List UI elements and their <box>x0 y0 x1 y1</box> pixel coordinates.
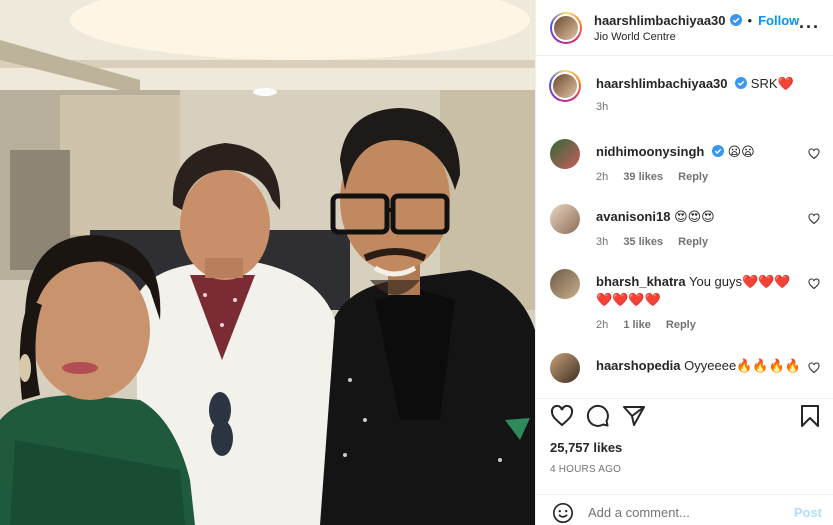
commenter-avatar[interactable] <box>550 139 580 169</box>
share-icon[interactable] <box>622 404 646 428</box>
commenter-username[interactable]: avanisoni18 <box>596 209 670 224</box>
heart-icon[interactable] <box>808 362 820 374</box>
post-location[interactable]: Jio World Centre <box>594 31 799 43</box>
comment-meta: 3h 35 likes Reply <box>596 236 720 248</box>
caption-text: SRK❤️ <box>750 76 794 91</box>
reply-button[interactable]: Reply <box>666 319 696 331</box>
caption-avatar[interactable] <box>549 70 581 102</box>
photo-illustration <box>0 0 535 525</box>
post-photo[interactable] <box>0 0 535 525</box>
comment-time: 2h <box>596 171 609 183</box>
verified-icon <box>729 14 742 26</box>
instagram-post: haarshlimbachiyaa30 • Follow Jio World C… <box>0 0 833 525</box>
heart-icon[interactable] <box>808 213 820 225</box>
emoji-icon[interactable] <box>552 502 574 524</box>
commenter-username[interactable]: haarshopedia <box>596 358 681 373</box>
comment-text: Oyyeeee🔥🔥🔥🔥 <box>684 358 801 373</box>
heart-icon[interactable] <box>808 148 820 160</box>
commenter-username[interactable]: nidhimoonysingh <box>596 144 704 159</box>
likes-count[interactable]: 25,757 likes <box>550 440 622 455</box>
comment-meta: 2h 1 like Reply <box>596 319 708 331</box>
more-icon[interactable]: ··· <box>799 18 820 36</box>
comments-list: haarshlimbachiyaa30 SRK❤️ 3h nidhimoonys… <box>536 57 833 392</box>
action-bar <box>536 398 833 432</box>
heart-icon[interactable] <box>550 404 574 428</box>
reply-button[interactable]: Reply <box>678 171 708 183</box>
caption-body: haarshlimbachiyaa30 SRK❤️ <box>596 75 806 93</box>
comment-text: 😦😦 <box>727 144 755 159</box>
add-comment-bar: Add a comment... Post <box>536 494 833 525</box>
comment-likes[interactable]: 39 likes <box>623 171 663 183</box>
comment-text: 😍😍😍 <box>674 209 715 224</box>
post-side-panel: haarshlimbachiyaa30 • Follow Jio World C… <box>535 0 833 525</box>
caption-username[interactable]: haarshlimbachiyaa30 <box>596 76 728 91</box>
comment-icon[interactable] <box>586 404 610 428</box>
comment-body: nidhimoonysingh 😦😦 <box>596 143 806 161</box>
post-timestamp: 4 HOURS AGO <box>550 464 622 475</box>
comment-body: bharsh_khatra You guys❤️❤️❤️❤️❤️❤️❤️ <box>596 273 806 309</box>
heart-icon[interactable] <box>808 278 820 290</box>
commenter-username[interactable]: bharsh_khatra <box>596 274 686 289</box>
author-avatar[interactable] <box>550 11 582 44</box>
header-line: haarshlimbachiyaa30 • Follow <box>594 13 799 28</box>
caption-meta: 3h <box>596 101 620 113</box>
follow-button[interactable]: Follow <box>758 13 799 28</box>
caption-time: 3h <box>596 101 609 113</box>
verified-icon <box>711 145 724 157</box>
comment-likes[interactable]: 1 like <box>623 319 651 331</box>
comment-time: 2h <box>596 319 609 331</box>
comment-time: 3h <box>596 236 609 248</box>
commenter-avatar[interactable] <box>550 353 580 383</box>
separator-dot: • <box>747 12 753 28</box>
author-username[interactable]: haarshlimbachiyaa30 <box>594 13 726 28</box>
commenter-avatar[interactable] <box>550 269 580 299</box>
commenter-avatar[interactable] <box>550 204 580 234</box>
bookmark-icon[interactable] <box>798 404 822 428</box>
comment-likes[interactable]: 35 likes <box>623 236 663 248</box>
comment-input[interactable]: Add a comment... <box>588 505 690 520</box>
comment-body: haarshopedia Oyyeeee🔥🔥🔥🔥 <box>596 357 806 375</box>
post-button[interactable]: Post <box>794 505 822 520</box>
post-header: haarshlimbachiyaa30 • Follow Jio World C… <box>536 0 833 56</box>
header-text: haarshlimbachiyaa30 • Follow Jio World C… <box>594 13 799 43</box>
verified-icon <box>735 77 748 89</box>
reply-button[interactable]: Reply <box>678 236 708 248</box>
comment-body: avanisoni18 😍😍😍 <box>596 208 806 226</box>
comment-meta: 2h 39 likes Reply <box>596 171 720 183</box>
